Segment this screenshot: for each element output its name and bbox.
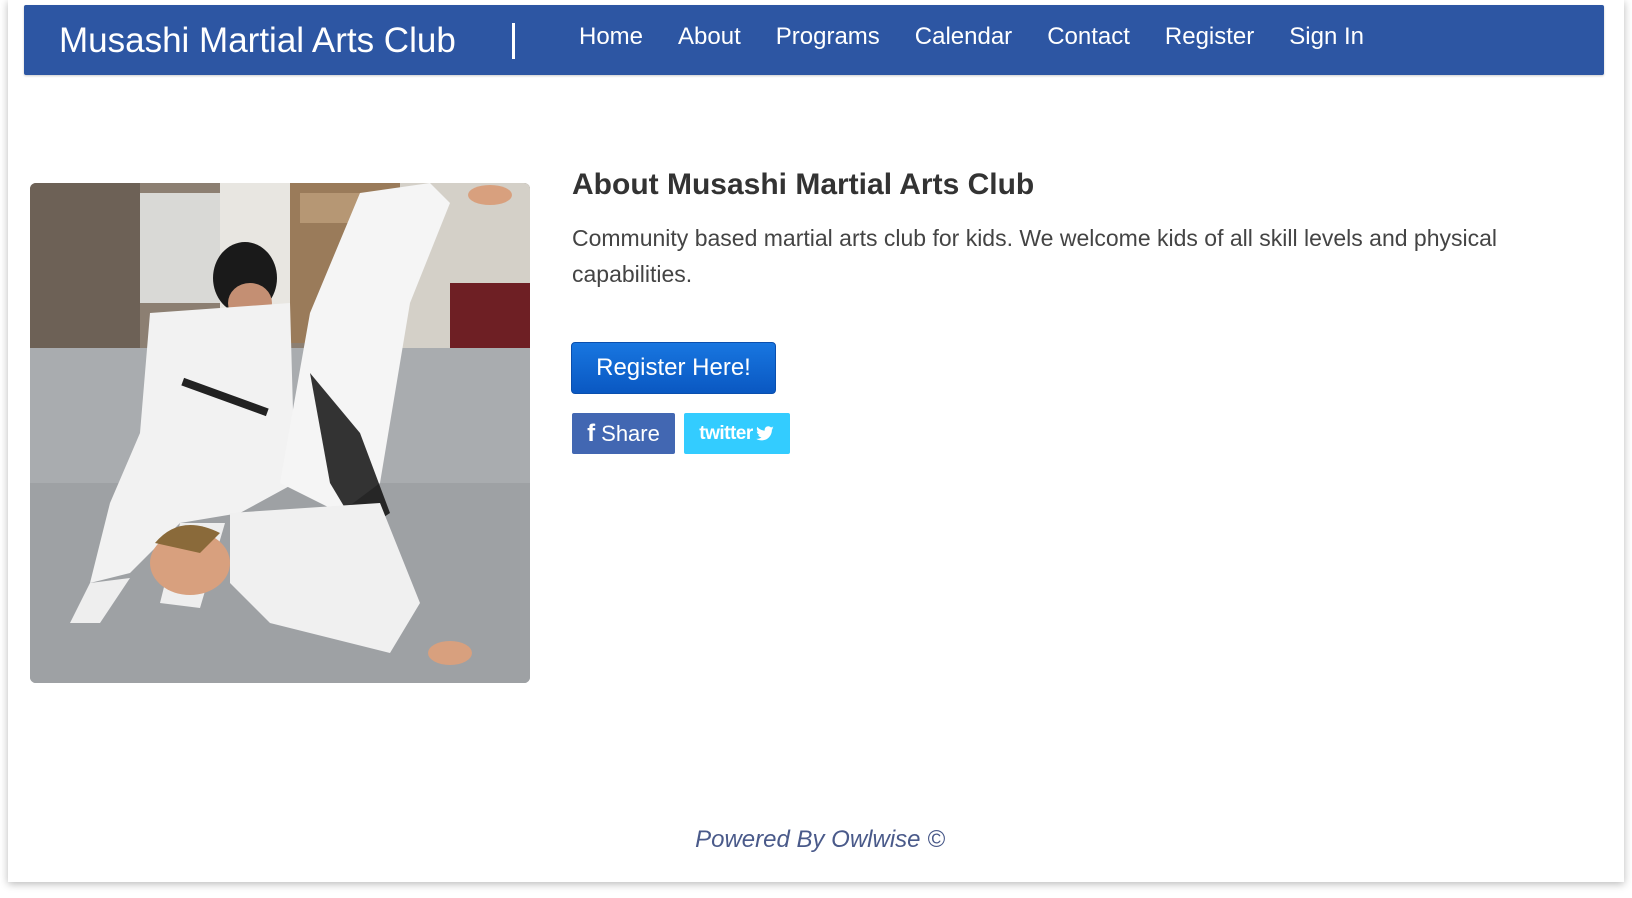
nav-contact-link[interactable]: Contact	[1047, 23, 1130, 51]
nav-links: Home About Programs Calendar Contact Reg…	[579, 5, 1399, 75]
nav-about-link[interactable]: About	[678, 23, 741, 51]
nav-sign-in-link[interactable]: Sign In	[1289, 23, 1364, 51]
twitter-label: twitter	[699, 423, 753, 444]
facebook-icon: f	[587, 420, 596, 447]
nav-register-link[interactable]: Register	[1165, 23, 1254, 51]
nav-home-link[interactable]: Home	[579, 23, 643, 51]
footer-powered-by: Powered By Owlwise ©	[695, 826, 945, 853]
register-here-button[interactable]: Register Here!	[571, 342, 776, 394]
facebook-share-label: Share	[601, 421, 660, 446]
twitter-share-button[interactable]: twitter	[684, 413, 790, 454]
facebook-share-button[interactable]: f Share	[572, 413, 675, 454]
nav-calendar-link[interactable]: Calendar	[915, 23, 1012, 51]
top-navbar: Musashi Martial Arts Club Home About Pro…	[24, 5, 1604, 75]
twitter-bird-icon	[755, 425, 774, 440]
about-description: Community based martial arts club for ki…	[572, 225, 1498, 287]
about-title: About Musashi Martial Arts Club	[572, 168, 1035, 201]
brand-divider	[512, 23, 515, 59]
judo-throw-photo	[30, 183, 530, 683]
nav-programs-link[interactable]: Programs	[776, 23, 880, 51]
judo-photo-illustration	[30, 183, 530, 683]
site-brand[interactable]: Musashi Martial Arts Club	[59, 23, 456, 58]
